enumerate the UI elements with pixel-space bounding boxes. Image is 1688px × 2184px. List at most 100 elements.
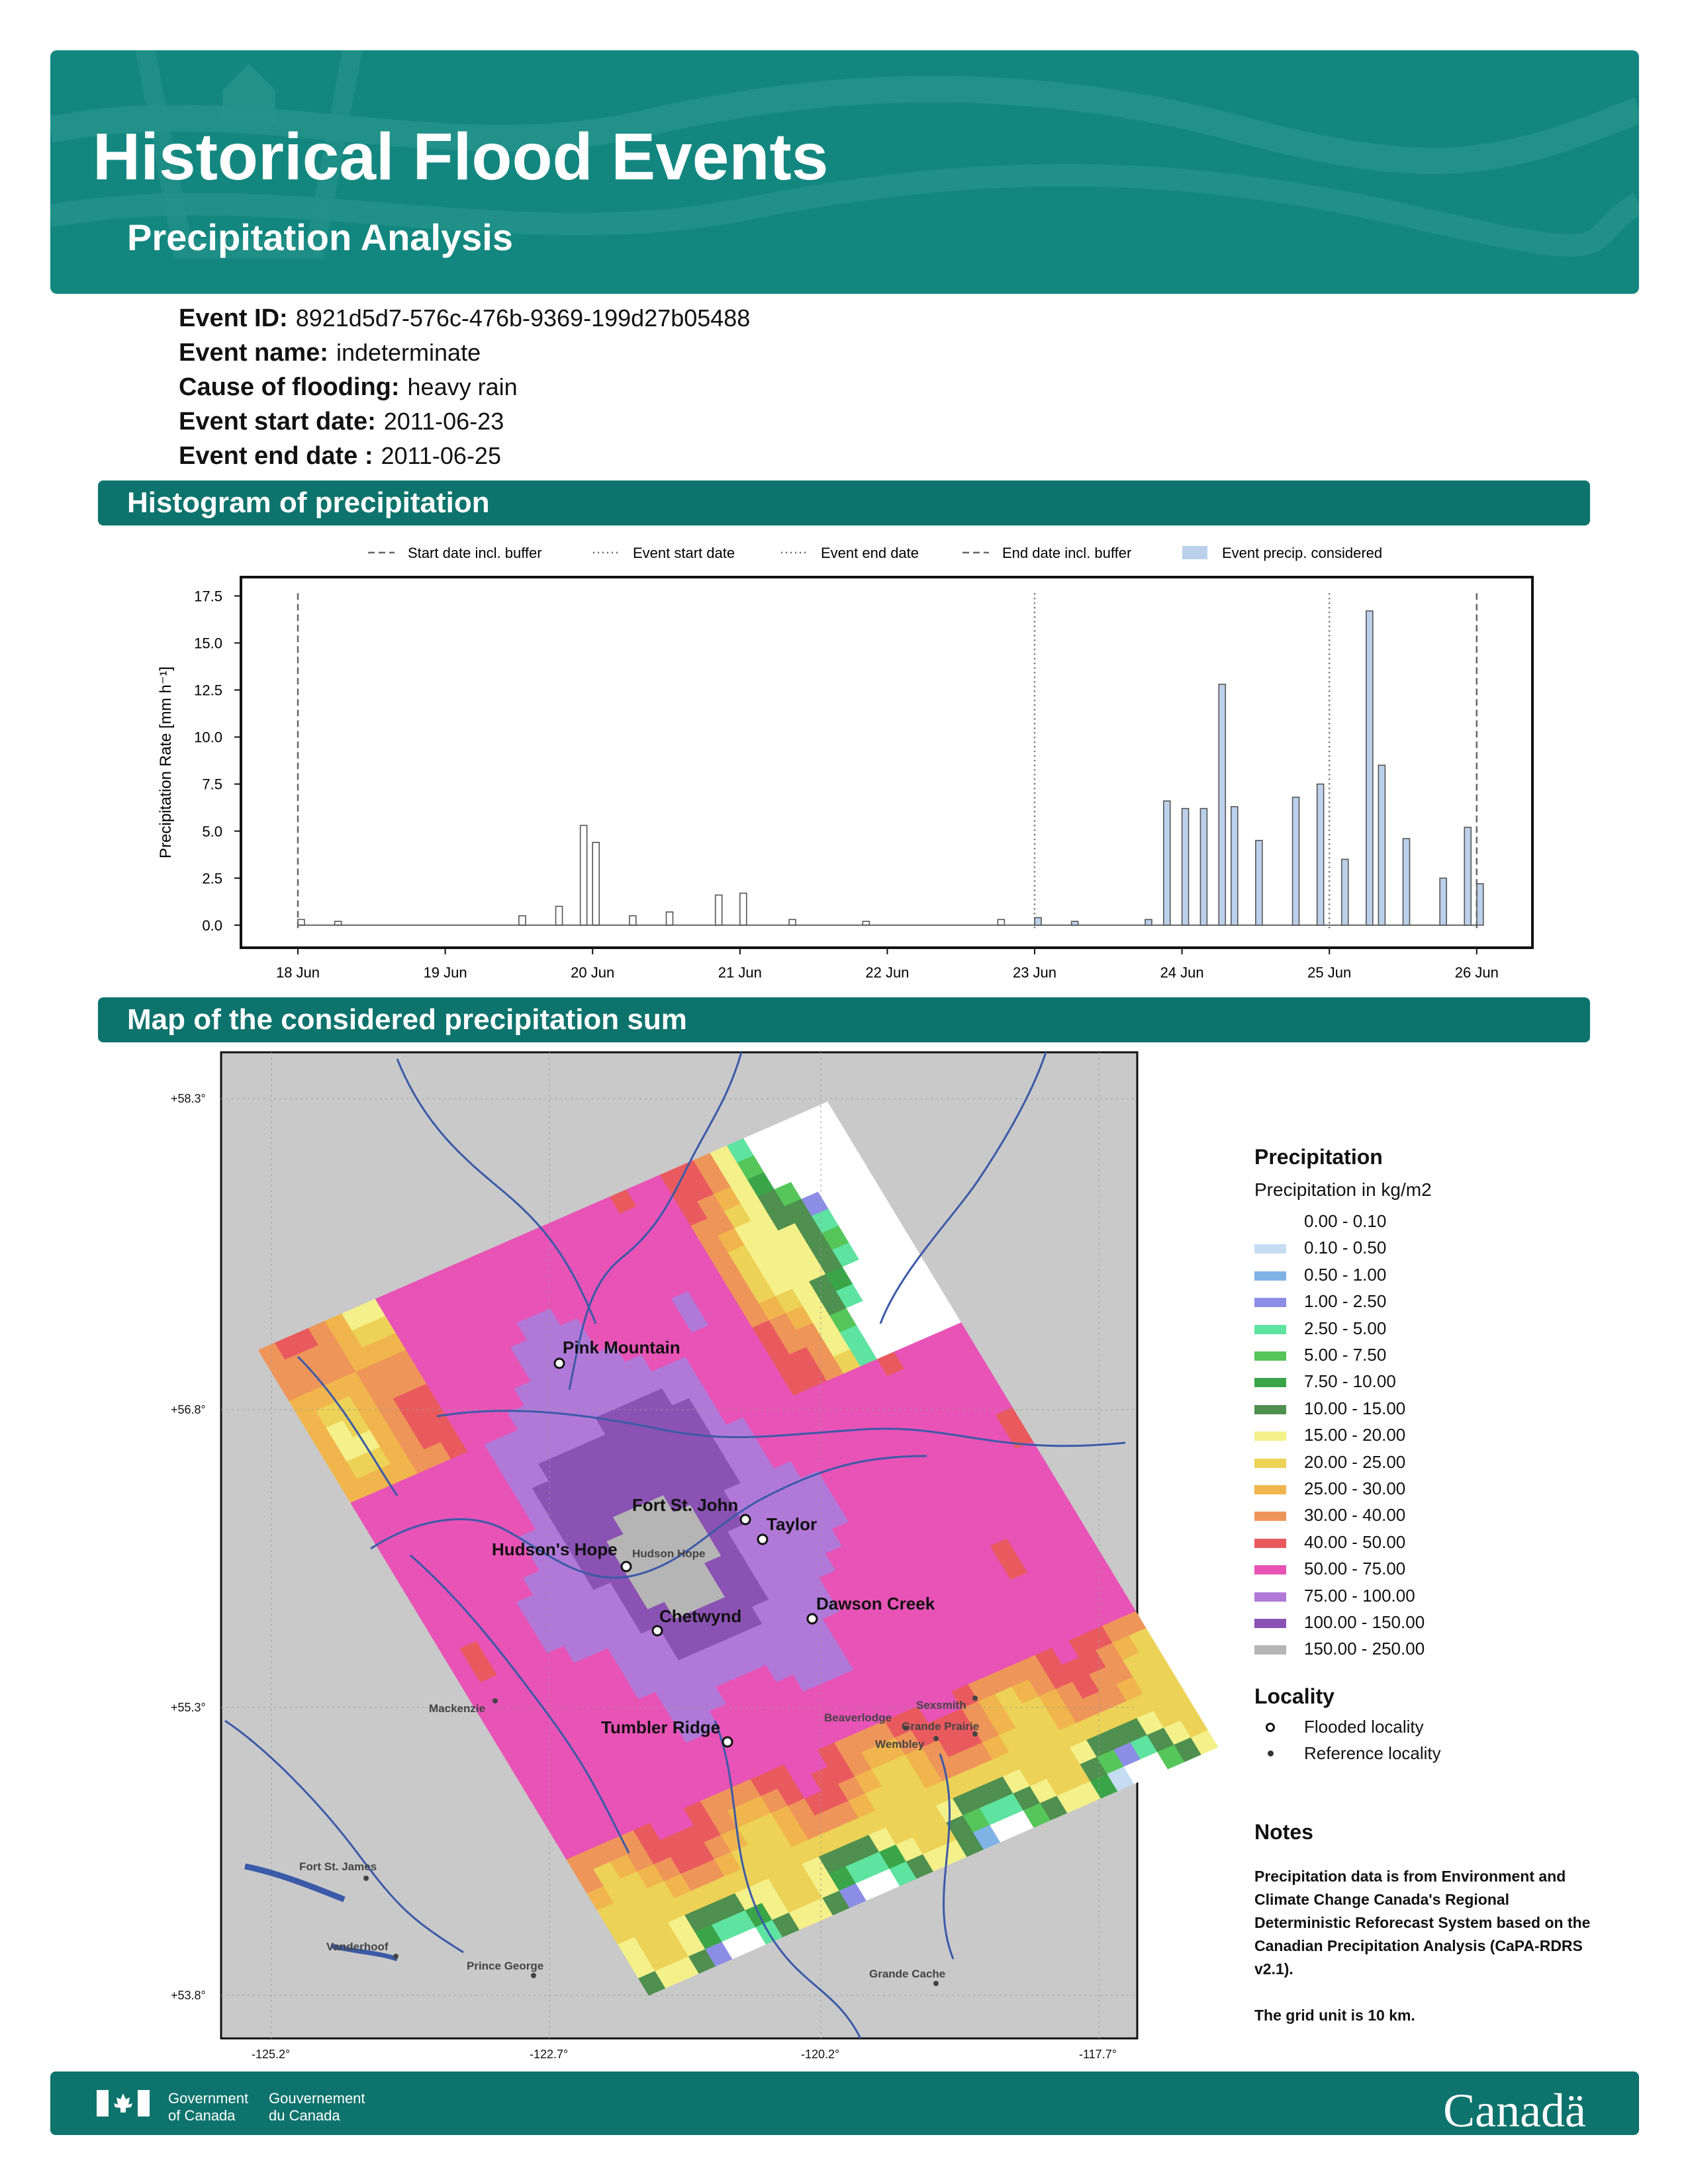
- grid-cell: [633, 1543, 661, 1569]
- flooded-locality-label: Flooded locality: [1304, 1717, 1424, 1737]
- grid-cell: [900, 1599, 928, 1624]
- grid-cell: [593, 1582, 622, 1608]
- grid-cell: [924, 1395, 953, 1420]
- grid-cell: [618, 1379, 646, 1404]
- grid-cell: [643, 1839, 671, 1865]
- grid-cell: [582, 1459, 610, 1484]
- grid-cell: [596, 1903, 625, 1928]
- grid-cell: [761, 1895, 790, 1921]
- grid-cell: [1130, 1735, 1158, 1760]
- section-title-map: Map of the considered precipitation sum: [127, 1003, 687, 1036]
- grid-cell: [965, 1742, 994, 1768]
- grid-cell: [704, 1555, 732, 1581]
- grid-cell: [716, 1679, 743, 1705]
- grid-cell: [664, 1874, 692, 1899]
- grid-cell: [767, 1206, 796, 1231]
- grid-cell: [912, 1829, 941, 1855]
- grid-cell: [919, 1805, 947, 1831]
- grid-cell: [823, 1332, 851, 1357]
- grid-cell: [933, 1584, 961, 1610]
- histogram-bar: [1034, 917, 1042, 926]
- grid-cell: [820, 1676, 848, 1702]
- grid-cell: [861, 1745, 889, 1770]
- grid-cell: [525, 1504, 553, 1530]
- grid-cell: [639, 1798, 667, 1823]
- grid-cell: [769, 1698, 798, 1724]
- grid-cell: [487, 1371, 515, 1396]
- grid-cell: [1077, 1543, 1105, 1569]
- grid-cell: [475, 1248, 504, 1273]
- y-tick-label: 2.5: [202, 870, 222, 887]
- grid-cell: [773, 1740, 802, 1765]
- grid-cell: [583, 1844, 611, 1870]
- grid-cell: [644, 1281, 672, 1306]
- grid-cell: [644, 1946, 673, 1972]
- grid-cell: [1046, 1771, 1074, 1796]
- grid-cell: [1086, 1732, 1114, 1758]
- grid-cell: [667, 1808, 694, 1833]
- grid-cell: [804, 1791, 832, 1816]
- grid-cell: [477, 1461, 506, 1486]
- grid-cell: [788, 1240, 816, 1265]
- grid-cell: [718, 1334, 747, 1360]
- grid-cell: [525, 1784, 553, 1809]
- grid-cell: [987, 1604, 1015, 1629]
- grid-cell: [626, 1181, 654, 1207]
- reference-locality-name: Grande Cache: [869, 1968, 945, 1980]
- grid-cell: [680, 1587, 709, 1612]
- grid-cell: [702, 1342, 730, 1367]
- grid-cell: [1081, 1584, 1109, 1610]
- grid-cell: [1037, 1582, 1066, 1607]
- grid-cell: [633, 1264, 662, 1290]
- grid-cell: [816, 1356, 845, 1382]
- grid-cell: [915, 1764, 943, 1790]
- grid-cell: [517, 1702, 545, 1727]
- grid-cell: [1066, 1698, 1094, 1723]
- grid-cell: [702, 1728, 731, 1753]
- grid-cell: [569, 1786, 597, 1811]
- grid-cell: [892, 1237, 921, 1263]
- grid-cell: [647, 1322, 676, 1348]
- grid-cell: [827, 1759, 855, 1784]
- grid-cell: [708, 1876, 735, 1901]
- grid-cell: [829, 1308, 857, 1333]
- grid-cell: [537, 1349, 565, 1375]
- grid-cell: [996, 1793, 1024, 1819]
- grid-cell: [1054, 1574, 1082, 1600]
- grid-cell: [998, 1727, 1027, 1753]
- legend-class-label: 7.50 - 10.00: [1304, 1371, 1396, 1392]
- grid-cell: [657, 1897, 686, 1923]
- grid-cell: [412, 1597, 440, 1622]
- grid-cell: [676, 1160, 704, 1185]
- grid-cell: [586, 1606, 615, 1632]
- grid-cell: [463, 1682, 491, 1707]
- grid-cell: [1153, 1703, 1182, 1729]
- grid-cell: [559, 1211, 587, 1236]
- grid-cell: [784, 1199, 812, 1224]
- grid-cell: [537, 1628, 565, 1654]
- grid-cell: [451, 1558, 480, 1584]
- grid-cell: [1137, 1710, 1164, 1736]
- grid-cell: [564, 1359, 592, 1385]
- grid-cell: [794, 1216, 823, 1241]
- chart-y-axis-label: Precipitation Rate [mm h⁻¹]: [157, 666, 175, 858]
- grid-cell: [729, 1737, 758, 1763]
- grid-cell: [588, 1713, 616, 1739]
- grid-cell: [470, 1379, 498, 1404]
- grid-cell: [718, 1228, 745, 1253]
- grid-cell: [477, 1354, 504, 1380]
- grid-cell: [828, 1201, 857, 1226]
- grid-cell: [633, 1823, 661, 1848]
- grid-cell: [868, 1827, 897, 1852]
- grid-cell: [1014, 1614, 1043, 1639]
- grid-cell: [883, 1606, 911, 1631]
- grid-cell: [358, 1298, 387, 1324]
- grid-cell: [632, 1715, 660, 1741]
- x-tick-label: 22 Jun: [865, 964, 909, 981]
- grid-cell: [759, 1682, 788, 1707]
- grid-cell: [515, 1488, 543, 1513]
- flooded-locality-marker: [620, 1561, 632, 1572]
- grid-cell: [459, 1255, 487, 1280]
- grid-cell: [474, 1420, 502, 1445]
- grid-cell: [1028, 1672, 1056, 1697]
